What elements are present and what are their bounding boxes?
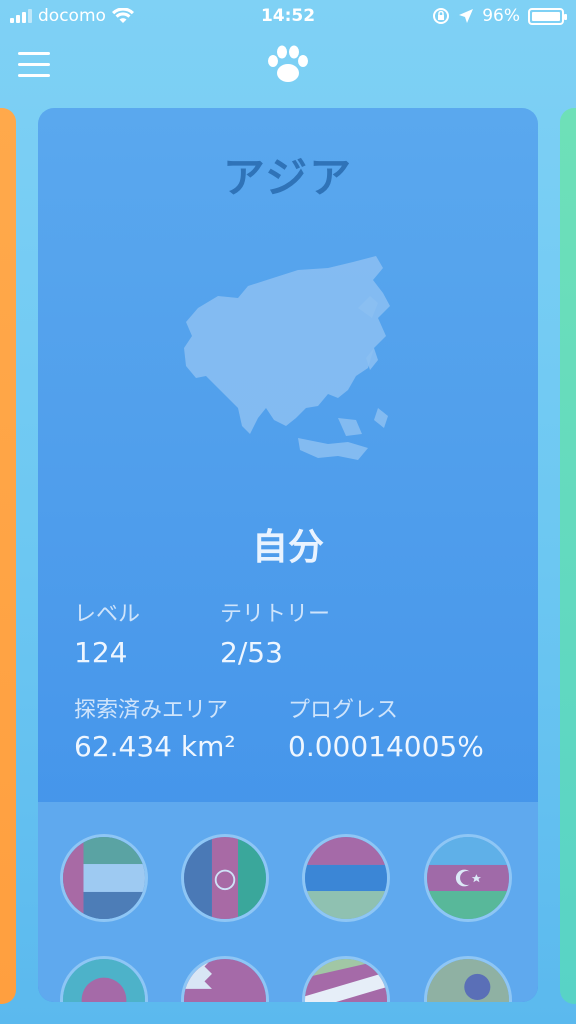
- owner-name: 自分: [251, 527, 324, 568]
- level-value: 124: [74, 636, 128, 669]
- region-title: アジア: [222, 153, 354, 202]
- rotation-lock-icon: [433, 8, 450, 24]
- level-label: レベル: [74, 602, 141, 627]
- flag-icon[interactable]: [424, 834, 512, 922]
- territory-value: 2/53: [220, 636, 283, 669]
- territory-label: テリトリー: [220, 602, 331, 627]
- battery-icon: [528, 7, 567, 25]
- asia-map-icon: [184, 256, 390, 460]
- previous-region-card[interactable]: [0, 108, 16, 1004]
- battery-percent: 96%: [482, 6, 520, 26]
- location-icon: [459, 9, 474, 23]
- flag-icon[interactable]: [181, 834, 269, 922]
- paw-icon: [268, 45, 308, 82]
- flag-icon[interactable]: [60, 834, 148, 922]
- flag-icon[interactable]: [302, 956, 390, 1002]
- region-card[interactable]: アジア 自分 レベル 124 テリトリー 2/53 探索済みエリア 62.434…: [38, 108, 538, 1002]
- explored-area-value: 62.434 km²: [74, 730, 236, 763]
- progress-value: 0.00014005%: [288, 730, 484, 763]
- menu-button[interactable]: [18, 52, 50, 78]
- flag-icon[interactable]: [302, 834, 390, 922]
- explored-area-label: 探索済みエリア: [74, 698, 229, 723]
- flag-icon[interactable]: [60, 956, 148, 1002]
- flag-icon[interactable]: [181, 956, 269, 1002]
- next-region-card[interactable]: [560, 108, 576, 1004]
- flag-icon[interactable]: [424, 956, 512, 1002]
- country-flags-grid: [38, 802, 538, 1002]
- progress-label: プログレス: [288, 698, 399, 723]
- status-bar: docomo 14:52 96%: [0, 0, 576, 34]
